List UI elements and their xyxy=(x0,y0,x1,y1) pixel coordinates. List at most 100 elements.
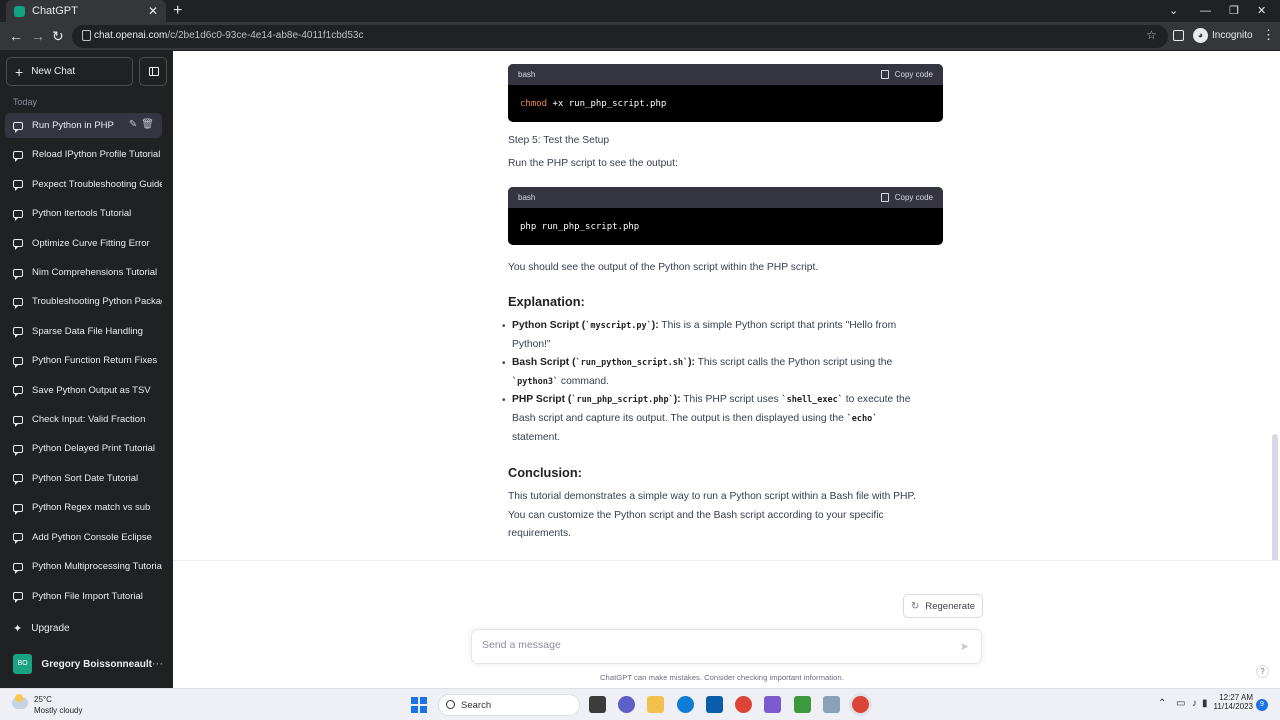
help-button[interactable]: ? xyxy=(1256,665,1269,678)
copy-code-button[interactable]: Copy code xyxy=(880,70,933,79)
chat-bubble-icon xyxy=(13,356,23,368)
sidebar-chat-item[interactable]: Python Sort Date Tutorial xyxy=(5,466,162,491)
store-icon[interactable] xyxy=(706,696,723,713)
sidebar-chat-item[interactable]: Sparse Data File Handling xyxy=(5,319,162,344)
message-input[interactable] xyxy=(482,639,942,651)
upgrade-button[interactable]: ✦ Upgrade xyxy=(13,622,70,635)
chat-item-label: Python Multiprocessing Tutorial xyxy=(32,561,162,573)
code-header: bash Copy code xyxy=(508,187,943,208)
browser-menu-icon[interactable]: ⋮ xyxy=(1262,27,1275,43)
notification-badge[interactable]: 9 xyxy=(1256,699,1268,711)
user-menu[interactable]: BO Gregory Boissonneault ··· xyxy=(13,654,163,674)
sidebar-chat-item[interactable]: Python Regex match vs sub xyxy=(5,495,162,520)
minimize-icon[interactable]: — xyxy=(1200,0,1211,22)
sidebar-chat-item[interactable]: Python itertools Tutorial xyxy=(5,201,162,226)
list-item: Python Script (`myscript.py`): This is a… xyxy=(512,320,897,331)
sidebar-chat-item[interactable]: Troubleshooting Python Packages xyxy=(5,289,162,314)
sidebar-chat-item[interactable]: Python Delayed Print Tutorial xyxy=(5,436,162,461)
new-chat-button[interactable]: + New Chat xyxy=(6,57,133,86)
incognito-label[interactable]: Incognito xyxy=(1212,30,1253,41)
chat-app-icon[interactable] xyxy=(618,696,635,713)
battery-icon[interactable]: ▮ xyxy=(1202,698,1208,709)
side-panel-icon[interactable] xyxy=(1173,30,1184,41)
chat-item-label: Pexpect Troubleshooting Guide xyxy=(32,178,162,190)
new-chat-label: New Chat xyxy=(31,66,76,77)
clipboard-icon xyxy=(880,193,889,202)
network-icon[interactable]: ▭ xyxy=(1176,698,1185,709)
sidebar-chat-item[interactable]: Check Input: Valid Fraction xyxy=(5,407,162,432)
url-field[interactable]: chat.openai.com/c/2be1d6c0-93ce-4e14-ab8… xyxy=(72,25,1168,48)
start-button[interactable] xyxy=(411,697,427,713)
chat-bubble-icon xyxy=(13,592,23,603)
chat-item-label: Python Function Return Fixes xyxy=(32,355,158,367)
paragraph: You should see the output of the Python … xyxy=(508,262,819,273)
address-bar-row: ← → ↻ chat.openai.com/c/2be1d6c0-93ce-4e… xyxy=(0,22,1280,51)
code-language: bash xyxy=(518,193,536,202)
new-tab-icon[interactable]: + xyxy=(173,2,182,20)
bookmark-star-icon[interactable]: ☆ xyxy=(1146,28,1157,42)
search-icon xyxy=(446,700,455,709)
avatar: BO xyxy=(13,654,33,674)
code-block: bash Copy code chmod +x run_php_script.p… xyxy=(508,64,943,122)
sidebar-chat-item[interactable]: Save Python Output as TSV xyxy=(5,378,162,403)
browser-tab[interactable]: ChatGPT ✕ xyxy=(6,0,166,22)
taskbar-search[interactable]: Search xyxy=(438,694,580,716)
weather-icon[interactable] xyxy=(12,694,28,709)
more-options-icon[interactable]: ··· xyxy=(152,658,163,670)
close-sidebar-button[interactable] xyxy=(139,57,167,86)
conclusion-heading: Conclusion: xyxy=(508,465,582,480)
close-tab-icon[interactable]: ✕ xyxy=(148,5,158,17)
list-item-continuation: `python3` command. xyxy=(512,376,609,387)
clipboard-icon xyxy=(880,70,889,79)
chat-bubble-icon xyxy=(13,474,23,486)
sidebar-chat-item[interactable]: Reload IPython Profile Tutorial xyxy=(5,142,162,167)
file-explorer-icon[interactable] xyxy=(647,696,664,713)
chat-bubble-icon xyxy=(13,121,23,133)
sidebar-chat-item[interactable]: Add Python Console Eclipse xyxy=(5,525,162,550)
app-icon[interactable] xyxy=(823,696,840,713)
chrome-icon[interactable] xyxy=(735,696,752,713)
back-icon[interactable]: ← xyxy=(9,22,23,51)
app-icon[interactable] xyxy=(764,696,781,713)
chat-item-label: Troubleshooting Python Packages xyxy=(32,296,162,308)
time: 12:27 AM xyxy=(1219,693,1253,702)
chat-item-label: Python itertools Tutorial xyxy=(32,208,132,220)
chat-item-label: Reload IPython Profile Tutorial xyxy=(32,149,161,161)
sidebar-chat-item[interactable]: Python Multiprocessing Tutorial xyxy=(5,554,162,579)
edge-icon[interactable] xyxy=(677,696,694,713)
list-item: Bash Script (`run_python_script.sh`): Th… xyxy=(512,357,893,368)
chat-item-label: Python Delayed Print Tutorial xyxy=(32,443,156,455)
chrome-active-icon[interactable] xyxy=(852,696,869,713)
copy-code-button[interactable]: Copy code xyxy=(880,193,933,202)
volume-icon[interactable]: ♪ xyxy=(1192,698,1197,709)
search-label: Search xyxy=(461,700,492,711)
reload-icon[interactable]: ↻ xyxy=(52,22,64,51)
bullet: • xyxy=(502,358,506,369)
composer-area xyxy=(173,560,1280,688)
close-window-icon[interactable]: ✕ xyxy=(1257,0,1266,22)
app-icon[interactable] xyxy=(794,696,811,713)
clock[interactable]: 12:27 AM 11/14/2023 xyxy=(1213,693,1253,711)
maximize-icon[interactable]: ❐ xyxy=(1229,0,1239,22)
code-language: bash xyxy=(518,70,536,79)
sidebar-chat-item[interactable]: Optimize Curve Fitting Error xyxy=(5,231,162,256)
sidebar-chat-item[interactable]: Nim Comprehensions Tutorial xyxy=(5,260,162,285)
disclaimer-text: ChatGPT can make mistakes. Consider chec… xyxy=(600,673,844,682)
chat-item-label: Optimize Curve Fitting Error xyxy=(32,237,150,249)
chevron-up-icon[interactable]: ⌃ xyxy=(1158,698,1166,709)
tab-search-icon[interactable]: ⌄ xyxy=(1169,0,1178,22)
task-view-icon[interactable] xyxy=(589,696,606,713)
list-item-continuation: Python!" xyxy=(512,339,551,350)
sidebar-chat-item[interactable]: Pexpect Troubleshooting Guide xyxy=(5,172,162,197)
regenerate-button[interactable]: ↻ Regenerate xyxy=(903,594,983,618)
sidebar-chat-item[interactable]: Python Function Return Fixes xyxy=(5,348,162,373)
edit-delete-icons[interactable]: ✎🗑 xyxy=(129,119,158,130)
sidebar-chat-item[interactable]: Run Python in PHP ✎🗑 xyxy=(5,113,162,138)
taskbar: 25°C Mostly cloudy Search ⌃ ▭ ♪ ▮ 12:27 … xyxy=(0,688,1280,720)
chat-item-label: Python Regex match vs sub xyxy=(32,502,151,514)
send-icon[interactable]: ➤ xyxy=(960,640,969,653)
sidebar-chat-item[interactable]: Python File Import Tutorial xyxy=(5,584,162,609)
code-content: chmod +x run_php_script.php xyxy=(520,99,667,109)
forward-icon[interactable]: → xyxy=(31,22,45,51)
site-info-icon[interactable] xyxy=(82,30,91,41)
